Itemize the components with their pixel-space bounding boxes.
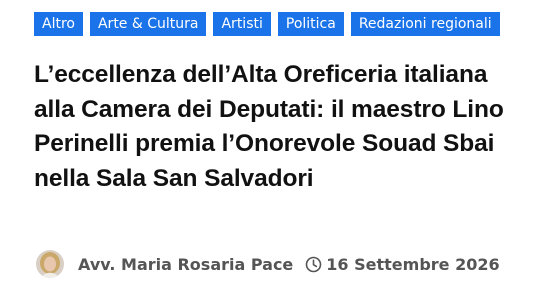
- article-title: L’eccellenza dell’Alta Oreficeria italia…: [34, 61, 504, 192]
- publish-date: 16 Settembre 2026: [326, 254, 500, 274]
- tag-artisti[interactable]: Artisti: [213, 12, 271, 36]
- author-name[interactable]: Avv. Maria Rosaria Pace: [78, 255, 293, 274]
- category-tags: Altro Arte & Cultura Artisti Politica Re…: [34, 12, 500, 36]
- tag-altro[interactable]: Altro: [34, 12, 83, 36]
- article-meta: Avv. Maria Rosaria Pace 16 Settembre 202…: [36, 248, 500, 280]
- tag-arte-cultura[interactable]: Arte & Cultura: [89, 12, 207, 36]
- tag-politica[interactable]: Politica: [277, 12, 344, 36]
- author-avatar[interactable]: [36, 250, 64, 278]
- tag-redazioni-regionali[interactable]: Redazioni regionali: [350, 12, 500, 36]
- clock-icon: [305, 256, 322, 273]
